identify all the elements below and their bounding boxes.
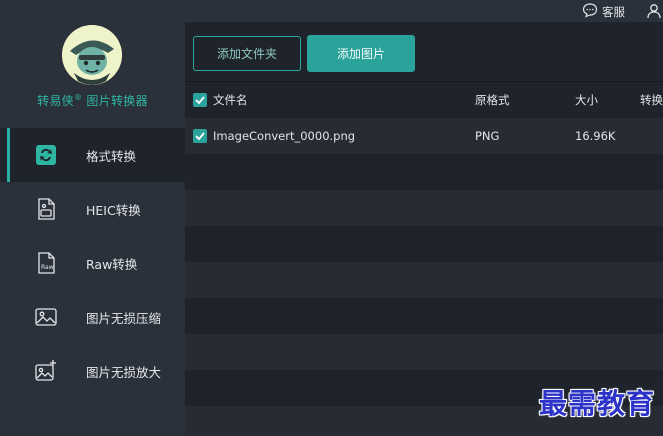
empty-row bbox=[185, 334, 663, 370]
sidebar-item-label: 图片无损放大 bbox=[86, 364, 162, 380]
top-bar: 客服 bbox=[185, 0, 663, 22]
sidebar-nav: 格式转换 HEIC转换 Raw Raw转换 图片无损压缩 图片无损放大 bbox=[0, 128, 185, 398]
sidebar-item-image-enlarge[interactable]: 图片无损放大 bbox=[0, 344, 185, 398]
svg-text:Raw: Raw bbox=[41, 264, 54, 271]
column-header-format: 原格式 bbox=[475, 93, 510, 107]
add-folder-button[interactable]: 添加文件夹 bbox=[193, 36, 301, 71]
empty-row bbox=[185, 154, 663, 190]
heic-file-icon bbox=[34, 197, 58, 221]
file-name: ImageConvert_0000.png bbox=[213, 129, 356, 143]
empty-row bbox=[185, 190, 663, 226]
watermark-text: 最需教育 bbox=[538, 387, 655, 420]
toolbar: 添加文件夹 添加图片 bbox=[185, 22, 663, 82]
registered-mark: ® bbox=[73, 93, 83, 102]
brand-name: 转易侠 bbox=[37, 94, 74, 108]
empty-row bbox=[185, 298, 663, 334]
add-image-button[interactable]: 添加图片 bbox=[307, 35, 415, 72]
brand-title: 转易侠® 图片转换器 bbox=[0, 92, 185, 109]
sidebar: 转易侠® 图片转换器 格式转换 HEIC转换 Raw Raw转换 图片无损压缩 … bbox=[0, 0, 185, 436]
sidebar-item-label: Raw转换 bbox=[86, 256, 138, 272]
user-icon[interactable] bbox=[647, 3, 661, 22]
brand-suffix: 图片转换器 bbox=[86, 94, 148, 108]
sidebar-item-format-convert[interactable]: 格式转换 bbox=[0, 128, 185, 182]
chat-bubble-icon bbox=[582, 2, 598, 21]
row-checkbox[interactable] bbox=[193, 129, 207, 143]
column-header-filename: 文件名 bbox=[213, 93, 248, 107]
table-row[interactable]: ImageConvert_0000.png PNG 16.96K bbox=[185, 118, 663, 154]
sidebar-item-label: 图片无损压缩 bbox=[86, 310, 162, 326]
column-header-size: 大小 bbox=[575, 93, 598, 107]
sidebar-item-label: 格式转换 bbox=[86, 148, 137, 164]
image-enlarge-icon bbox=[34, 359, 58, 383]
select-all-checkbox[interactable] bbox=[193, 93, 207, 107]
file-format: PNG bbox=[475, 129, 500, 143]
table-header: 文件名 原格式 大小 转换 bbox=[185, 82, 663, 118]
file-size: 16.96K bbox=[575, 129, 616, 143]
format-convert-icon bbox=[34, 143, 58, 167]
sidebar-item-raw-convert[interactable]: Raw Raw转换 bbox=[0, 236, 185, 290]
image-compress-icon bbox=[34, 305, 58, 329]
raw-file-icon: Raw bbox=[34, 251, 58, 275]
empty-row bbox=[185, 262, 663, 298]
customer-service-button[interactable]: 客服 bbox=[582, 2, 625, 21]
sidebar-item-heic-convert[interactable]: HEIC转换 bbox=[0, 182, 185, 236]
column-header-convert: 转换 bbox=[640, 93, 663, 107]
customer-service-label: 客服 bbox=[602, 4, 625, 19]
sidebar-item-image-compress[interactable]: 图片无损压缩 bbox=[0, 290, 185, 344]
empty-row bbox=[185, 226, 663, 262]
app-logo bbox=[62, 25, 122, 85]
sidebar-item-label: HEIC转换 bbox=[86, 202, 141, 218]
